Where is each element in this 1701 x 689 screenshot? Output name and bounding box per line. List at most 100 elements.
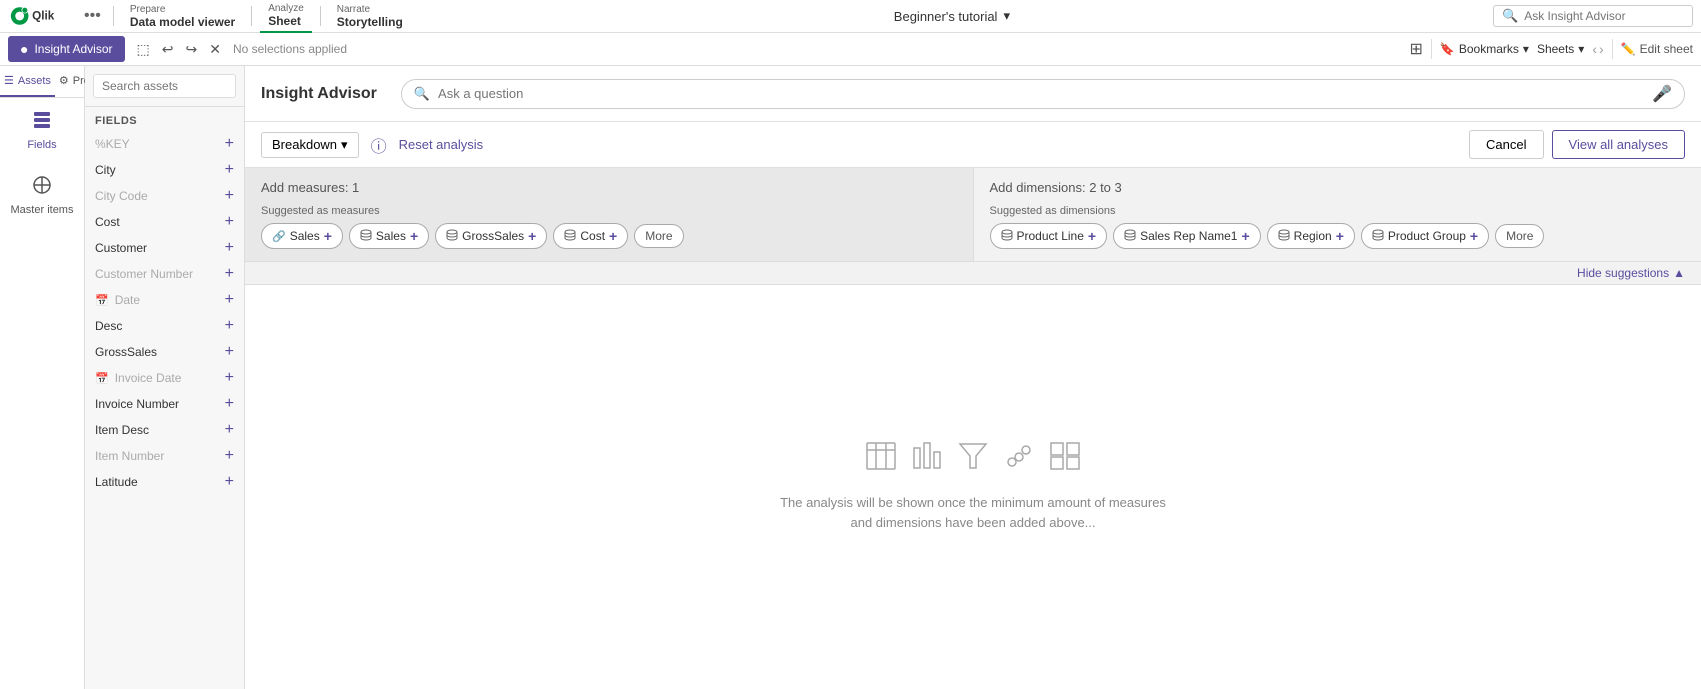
add-sales-rep-button[interactable]: + <box>1241 228 1249 244</box>
add-grosssales-chip-button[interactable]: + <box>528 228 536 244</box>
info-button[interactable]: ⓘ <box>371 133 387 157</box>
nav-divider3 <box>320 6 321 26</box>
cancel-button[interactable]: Cancel <box>1469 130 1543 159</box>
question-search-bar[interactable]: 🔍 🎤 <box>401 79 1685 109</box>
prev-sheet-button[interactable]: ‹ <box>1592 41 1597 57</box>
main-placeholder: The analysis will be shown once the mini… <box>245 285 1701 689</box>
dimensions-more-button[interactable]: More <box>1495 224 1544 248</box>
nav-analyze[interactable]: Analyze Sheet <box>260 0 312 33</box>
add-item-number-button[interactable]: + <box>225 448 234 464</box>
add-key-button[interactable]: + <box>225 136 234 152</box>
qlik-logo[interactable]: Qlik <box>8 5 68 27</box>
ask-advisor-search[interactable]: 🔍 <box>1493 5 1693 27</box>
latitude-label: Latitude <box>95 475 138 489</box>
content-title: Insight Advisor <box>261 85 377 103</box>
sidebar-item-item-number[interactable]: Item Number + <box>85 443 244 469</box>
add-grosssales-button[interactable]: + <box>225 344 234 360</box>
add-invoice-date-button[interactable]: + <box>225 370 234 386</box>
add-date-button[interactable]: + <box>225 292 234 308</box>
bar-chart-icon <box>912 442 942 477</box>
item-desc-label: Item Desc <box>95 423 149 437</box>
add-item-desc-button[interactable]: + <box>225 422 234 438</box>
dimension-chip-sales-rep[interactable]: Sales Rep Name1 + <box>1113 223 1261 249</box>
add-cost-button[interactable]: + <box>225 214 234 230</box>
dimension-chip-product-group[interactable]: Product Group + <box>1361 223 1489 249</box>
sidebar-item-item-desc[interactable]: Item Desc + <box>85 417 244 443</box>
tab-assets[interactable]: ☰ Assets <box>0 66 55 97</box>
nav-fields[interactable]: Fields <box>0 98 84 163</box>
svg-text:Qlik: Qlik <box>32 10 55 23</box>
analyze-sub: Sheet <box>268 14 304 28</box>
add-region-button[interactable]: + <box>1336 228 1344 244</box>
add-sales1-button[interactable]: + <box>324 228 332 244</box>
forward-button[interactable]: ↪ <box>181 39 201 60</box>
add-cost-chip-button[interactable]: + <box>609 228 617 244</box>
next-sheet-button[interactable]: › <box>1599 41 1604 57</box>
add-product-line-button[interactable]: + <box>1088 228 1096 244</box>
search-assets-input[interactable] <box>93 74 236 98</box>
sheets-button[interactable]: Sheets ▾ <box>1537 42 1584 56</box>
sidebar-item-key[interactable]: %KEY + <box>85 131 244 157</box>
sidebar-item-invoice-date[interactable]: 📅 Invoice Date + <box>85 365 244 391</box>
question-input[interactable] <box>438 86 1644 101</box>
add-product-group-button[interactable]: + <box>1470 228 1478 244</box>
suggested-dimensions-label: Suggested as dimensions <box>990 205 1686 217</box>
sidebar-item-city-code[interactable]: City Code + <box>85 183 244 209</box>
database-icon2 <box>446 229 458 244</box>
sidebar-item-date[interactable]: 📅 Date + <box>85 287 244 313</box>
measures-more-button[interactable]: More <box>634 224 683 248</box>
measure-chip-sales1[interactable]: 🔗 Sales + <box>261 223 343 249</box>
insight-advisor-tab-label: Insight Advisor <box>34 42 112 56</box>
reset-analysis-button[interactable]: Reset analysis <box>399 137 484 152</box>
nav-master-items[interactable]: Master items <box>0 163 84 228</box>
back-button[interactable]: ↩ <box>158 39 178 60</box>
chip-label-grosssales: GrossSales <box>462 229 524 243</box>
hide-suggestions-button[interactable]: Hide suggestions ▲ <box>1577 266 1685 280</box>
add-invoice-number-button[interactable]: + <box>225 396 234 412</box>
dimension-chip-product-line[interactable]: Product Line + <box>990 223 1108 249</box>
date-item-left: 📅 Date <box>95 293 140 307</box>
prepare-sub: Data model viewer <box>130 15 235 29</box>
chip-label-cost: Cost <box>580 229 605 243</box>
nav-prepare[interactable]: Prepare Data model viewer <box>122 0 243 33</box>
add-latitude-button[interactable]: + <box>225 474 234 490</box>
sidebar-item-latitude[interactable]: Latitude + <box>85 469 244 495</box>
dimension-chip-region[interactable]: Region + <box>1267 223 1355 249</box>
sidebar-item-customer[interactable]: Customer + <box>85 235 244 261</box>
selection-lasso-button[interactable]: ⬚ <box>133 39 154 60</box>
measure-chip-cost[interactable]: Cost + <box>553 223 628 249</box>
add-customer-button[interactable]: + <box>225 240 234 256</box>
insight-advisor-tab[interactable]: ● Insight Advisor <box>8 36 125 62</box>
add-city-button[interactable]: + <box>225 162 234 178</box>
tutorial-dropdown[interactable]: Beginner's tutorial ▾ <box>894 8 1010 24</box>
ask-advisor-input[interactable] <box>1524 9 1684 23</box>
sidebar-item-customer-number[interactable]: Customer Number + <box>85 261 244 287</box>
top-nav: Qlik ••• Prepare Data model viewer Analy… <box>0 0 1701 33</box>
sidebar-item-grosssales[interactable]: GrossSales + <box>85 339 244 365</box>
sidebar-search-container <box>85 66 244 107</box>
chevron-down-icon: ▾ <box>1003 8 1010 24</box>
microphone-button[interactable]: 🎤 <box>1652 84 1672 104</box>
add-customer-number-button[interactable]: + <box>225 266 234 282</box>
nav-narrate[interactable]: Narrate Storytelling <box>329 0 411 33</box>
measure-chip-sales2[interactable]: Sales + <box>349 223 429 249</box>
clear-selections-button[interactable]: ✕ <box>205 39 225 60</box>
add-desc-button[interactable]: + <box>225 318 234 334</box>
breakdown-chevron-icon: ▾ <box>341 137 348 153</box>
more-options-button[interactable]: ••• <box>80 7 105 25</box>
edit-sheet-label: Edit sheet <box>1640 42 1693 56</box>
view-all-analyses-button[interactable]: View all analyses <box>1552 130 1685 159</box>
sidebar-item-invoice-number[interactable]: Invoice Number + <box>85 391 244 417</box>
analysis-bar-right: Cancel View all analyses <box>1469 130 1685 159</box>
add-city-code-button[interactable]: + <box>225 188 234 204</box>
grid-view-button[interactable]: ⊞ <box>1410 39 1423 59</box>
sidebar-item-city[interactable]: City + <box>85 157 244 183</box>
measure-chip-grosssales[interactable]: GrossSales + <box>435 223 547 249</box>
chip-label-product-line: Product Line <box>1017 229 1084 243</box>
bookmarks-button[interactable]: 🔖 Bookmarks ▾ <box>1440 42 1529 56</box>
sidebar-item-desc[interactable]: Desc + <box>85 313 244 339</box>
breakdown-button[interactable]: Breakdown ▾ <box>261 132 359 158</box>
edit-sheet-button[interactable]: ✏️ Edit sheet <box>1621 42 1693 56</box>
add-sales2-button[interactable]: + <box>410 228 418 244</box>
sidebar-item-cost[interactable]: Cost + <box>85 209 244 235</box>
